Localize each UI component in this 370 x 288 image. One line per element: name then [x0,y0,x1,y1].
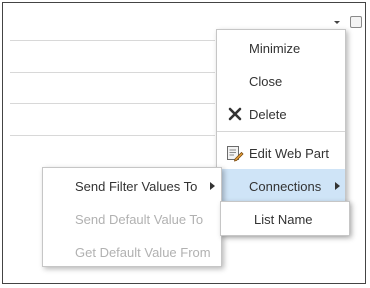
menu-item-label: List Name [254,211,313,227]
menu-separator [217,131,345,132]
menu-item-label: Close [249,73,283,89]
menu-item-edit-web-part[interactable]: Edit Web Part [217,137,345,169]
web-part-divider [10,40,215,41]
menu-item-list-name[interactable]: List Name [221,203,349,235]
chevron-right-icon [210,182,215,190]
delete-x-icon [227,106,243,122]
menu-item-connections[interactable]: Connections [217,169,345,203]
menu-item-label: Edit Web Part [249,145,329,161]
chevron-right-icon [335,182,340,190]
menu-item-label: Get Default Value From [75,244,211,260]
menu-item-delete[interactable]: Delete [217,98,345,130]
menu-item-label: Connections [249,178,322,194]
menu-item-get-default-value-from: Get Default Value From [43,236,221,268]
menu-item-send-filter-values-to[interactable]: Send Filter Values To [43,170,221,202]
edit-web-part-icon [226,144,244,162]
web-part-divider [10,135,215,136]
web-part-select-checkbox[interactable] [350,16,362,28]
filter-targets-submenu: List Name [220,201,350,236]
web-part-divider [10,103,215,104]
menu-item-close[interactable]: Close [217,65,345,97]
menu-item-label: Delete [249,106,287,122]
menu-item-minimize[interactable]: Minimize [217,32,345,64]
web-part-divider [10,72,215,73]
menu-item-label: Send Filter Values To [75,178,198,194]
menu-item-send-default-value-to: Send Default Value To [43,203,221,235]
menu-item-label: Send Default Value To [75,211,204,227]
menu-item-label: Minimize [249,40,301,56]
connections-submenu: Send Filter Values To Send Default Value… [42,167,222,267]
web-part-menu-dropdown-icon[interactable] [332,17,342,27]
